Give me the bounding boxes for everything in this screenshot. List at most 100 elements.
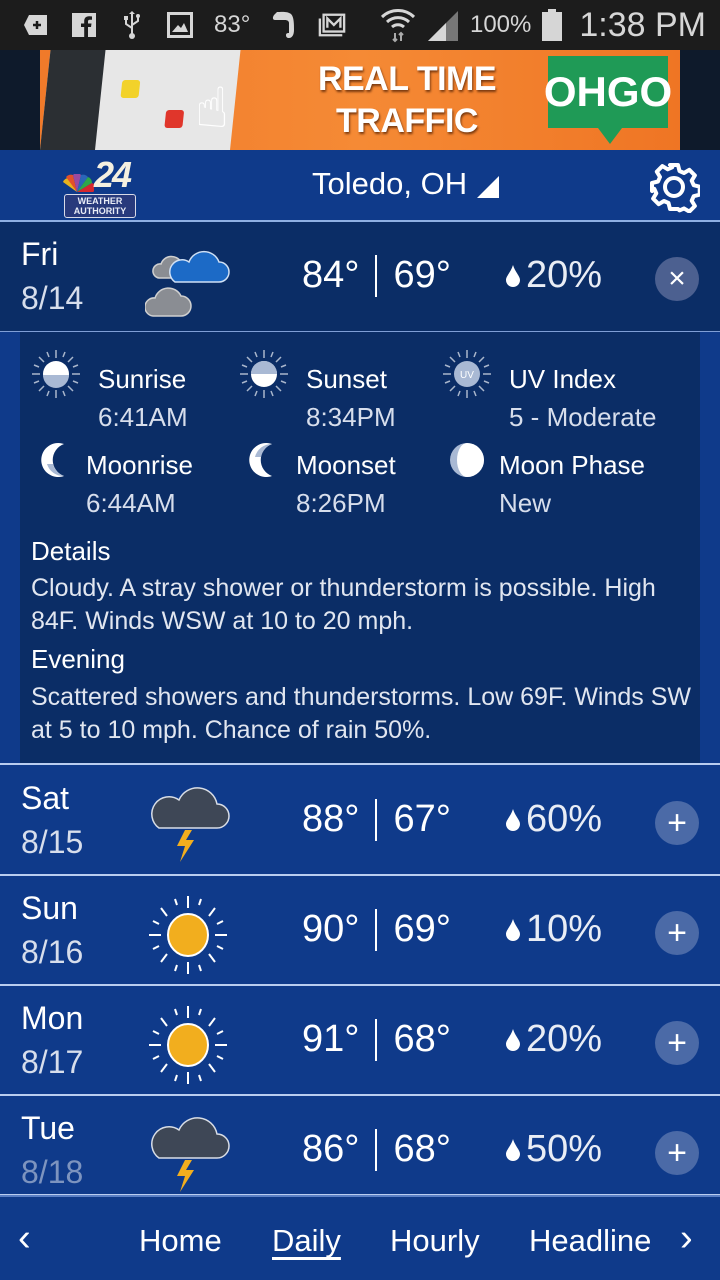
precip-value: 20% bbox=[526, 1018, 603, 1060]
astro-label: Sunset bbox=[306, 364, 387, 394]
astro-value: New bbox=[499, 488, 552, 518]
day-details-panel: Sunrise 6:41AM Sunset 8:34PM UV UV Index… bbox=[20, 332, 700, 763]
high-temp: 88° bbox=[302, 798, 360, 840]
sunrise-item: Sunrise 6:41AM bbox=[30, 346, 250, 432]
precip-value: 60% bbox=[526, 798, 603, 840]
battery-percent: 100% bbox=[469, 11, 532, 38]
collapse-button[interactable]: × bbox=[655, 257, 699, 301]
logo-line-2: AUTHORITY bbox=[73, 206, 127, 216]
flipboard-plus-icon bbox=[22, 11, 50, 39]
nav-tab-home[interactable]: Home bbox=[139, 1223, 222, 1259]
day-date: 8/15 bbox=[21, 824, 84, 860]
nav-next-chevron-icon[interactable]: › bbox=[680, 1217, 693, 1260]
astro-label: UV Index bbox=[509, 364, 616, 394]
raindrop-icon bbox=[506, 808, 520, 831]
expand-button[interactable]: + bbox=[655, 801, 699, 845]
gallery-icon bbox=[166, 11, 194, 39]
precipitation-chance: 20% bbox=[506, 1018, 602, 1061]
low-temp: 68° bbox=[393, 1018, 451, 1060]
app-header: 24 WEATHER AUTHORITY Toledo, OH bbox=[0, 150, 720, 222]
temperature-range: 91° 68° bbox=[302, 1018, 451, 1061]
astro-value: 6:44AM bbox=[86, 488, 176, 518]
high-temp: 86° bbox=[302, 1128, 360, 1170]
moonrise-item: Moonrise 6:44AM bbox=[30, 432, 250, 518]
ad-banner-container: ☝ REAL TIME TRAFFIC ALERTS OHGO bbox=[0, 50, 720, 150]
day-date: 8/18 bbox=[21, 1154, 84, 1190]
day-row-sun[interactable]: Sun 8/16 90° 69° 10% + bbox=[0, 876, 720, 986]
location-selector[interactable]: Toledo, OH bbox=[312, 166, 500, 202]
uv-index-item: UV UV Index 5 - Moderate bbox=[441, 346, 661, 432]
precip-value: 50% bbox=[526, 1128, 603, 1170]
raindrop-icon bbox=[506, 264, 520, 287]
status-time: 1:38 PM bbox=[579, 5, 706, 44]
day-row-fri[interactable]: Fri 8/14 84° 69° 20% × bbox=[0, 222, 720, 332]
expand-button[interactable]: + bbox=[655, 1131, 699, 1175]
low-temp: 67° bbox=[393, 798, 451, 840]
high-temp: 91° bbox=[302, 1018, 360, 1060]
thunderstorm-icon bbox=[151, 787, 230, 862]
svg-text:UV: UV bbox=[460, 370, 474, 381]
station-logo[interactable]: 24 WEATHER AUTHORITY bbox=[58, 154, 140, 218]
facebook-icon bbox=[70, 11, 98, 39]
low-temp: 69° bbox=[393, 254, 451, 296]
precipitation-chance: 50% bbox=[506, 1128, 602, 1171]
email-icon bbox=[318, 11, 346, 39]
day-date: 8/14 bbox=[21, 280, 84, 316]
astro-value: 6:41AM bbox=[98, 402, 188, 432]
moonrise-icon bbox=[41, 443, 64, 477]
high-temp: 90° bbox=[302, 908, 360, 950]
ad-brand-badge: OHGO bbox=[544, 56, 672, 144]
logo-number: 24 bbox=[94, 154, 132, 195]
cloudy-icon bbox=[145, 250, 230, 317]
day-row-mon[interactable]: Mon 8/17 91° 68° 20% + bbox=[0, 986, 720, 1096]
nav-prev-chevron-icon[interactable]: ‹ bbox=[18, 1217, 31, 1260]
ad-banner[interactable]: ☝ REAL TIME TRAFFIC ALERTS OHGO bbox=[40, 50, 680, 150]
wifi-icon bbox=[380, 7, 416, 43]
day-name: Tue bbox=[21, 1110, 75, 1146]
logo-weather-authority: WEATHER AUTHORITY bbox=[64, 194, 136, 218]
moonset-item: Moonset 8:26PM bbox=[238, 432, 458, 518]
settings-gear-icon[interactable] bbox=[648, 161, 700, 213]
low-temp: 68° bbox=[393, 1128, 451, 1170]
battery-icon bbox=[541, 9, 563, 41]
thunderstorm-icon bbox=[151, 1117, 230, 1192]
moon-phase-icon bbox=[450, 443, 484, 477]
astro-label: Moon Phase bbox=[499, 450, 645, 480]
sunset-item: Sunset 8:34PM bbox=[238, 346, 458, 432]
status-temperature: 83° bbox=[214, 11, 251, 38]
evening-text: Scattered showers and thunderstorms. Low… bbox=[31, 683, 692, 744]
nav-tab-headline[interactable]: Headline bbox=[529, 1223, 651, 1259]
dropdown-caret-icon bbox=[477, 176, 500, 198]
logo-line-1: WEATHER bbox=[77, 196, 123, 206]
evernote-icon bbox=[270, 11, 298, 39]
sunrise-icon bbox=[32, 350, 80, 398]
high-temp: 84° bbox=[302, 254, 360, 296]
precip-value: 20% bbox=[526, 254, 603, 296]
astro-value: 8:34PM bbox=[306, 402, 396, 432]
astro-label: Moonset bbox=[296, 450, 396, 480]
ad-line-1: REAL TIME bbox=[317, 60, 497, 98]
day-row-tue[interactable]: Tue 8/18 86° 68° 50% + bbox=[0, 1096, 720, 1196]
day-date: 8/17 bbox=[21, 1044, 84, 1080]
precipitation-chance: 20% bbox=[506, 254, 602, 297]
peacock-icon bbox=[63, 174, 94, 192]
temperature-range: 86° 68° bbox=[302, 1128, 451, 1171]
status-bar: 83° 100% 1:38 PM bbox=[0, 0, 720, 50]
moon-phase-item: Moon Phase New bbox=[441, 432, 661, 518]
uv-index-icon: UV bbox=[443, 350, 491, 398]
expand-button[interactable]: + bbox=[655, 911, 699, 955]
day-row-sat[interactable]: Sat 8/15 88° 67° 60% + bbox=[0, 766, 720, 876]
sunny-icon bbox=[149, 896, 227, 974]
nav-tab-hourly[interactable]: Hourly bbox=[390, 1223, 480, 1259]
day-name: Mon bbox=[21, 1000, 84, 1036]
precip-value: 10% bbox=[526, 908, 603, 950]
precipitation-chance: 10% bbox=[506, 908, 602, 951]
raindrop-icon bbox=[506, 1028, 520, 1051]
moonset-icon bbox=[249, 443, 272, 477]
pointer-hand-icon: ☝ bbox=[195, 76, 230, 139]
raindrop-icon bbox=[506, 918, 520, 941]
day-name: Sun bbox=[21, 890, 78, 926]
nav-tab-daily[interactable]: Daily bbox=[272, 1223, 341, 1259]
expand-button[interactable]: + bbox=[655, 1021, 699, 1065]
location-label: Toledo, OH bbox=[312, 166, 468, 201]
